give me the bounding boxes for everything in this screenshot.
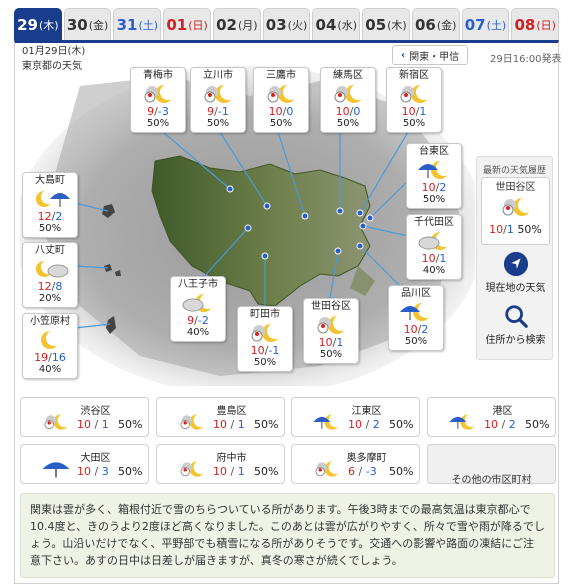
tab-05[interactable]: 05 (木) [362, 8, 410, 40]
snow-cloud-moon-icon [180, 460, 208, 477]
snow-cloud-moon-icon [315, 460, 343, 477]
rain-cloud-moon-icon [449, 413, 479, 430]
umbrella-icon [42, 462, 70, 478]
address-search-button[interactable]: 住所から検索 [481, 303, 550, 346]
card-mitaka[interactable]: 三鷹市 10/0 50% [253, 67, 309, 133]
card-machida[interactable]: 町田市 10/-1 50% [237, 306, 293, 372]
card-shinjuku[interactable]: 新宿区 10/1 50% [386, 67, 442, 133]
grid-okutama[interactable]: 奥多摩町 6 / -3 50% [291, 444, 420, 484]
tab-02[interactable]: 02 (月) [212, 8, 261, 40]
region-back-button[interactable]: ‹ 関東・甲信 [392, 45, 469, 65]
card-taito[interactable]: 台東区 10/2 50% [406, 143, 462, 209]
snow-cloud-moon-icon [502, 197, 534, 216]
tab-06[interactable]: 06 (金) [411, 8, 460, 40]
tab-31[interactable]: 31 (土) [113, 8, 162, 40]
card-nerima[interactable]: 練馬区 10/0 50% [320, 67, 376, 133]
history-title: 最新の天気履歴 [482, 166, 546, 176]
grid-ota[interactable]: 大田区 10 / 3 50% [20, 444, 149, 484]
search-icon [504, 305, 528, 328]
forecast-description: 関東は雲が多く、箱根付近で雪のちらついている所があります。午後3時までの最高気温… [20, 493, 555, 578]
rain-cloud-moon-icon [313, 413, 343, 430]
snow-cloud-moon-icon [317, 315, 349, 334]
history-card-setagaya[interactable]: 世田谷区 10/1 50% [481, 177, 550, 245]
rain-moon-icon [36, 190, 70, 207]
tab-01[interactable]: 01 (日) [163, 8, 211, 40]
grid-fuchu[interactable]: 府中市 10 / 1 50% [156, 444, 285, 484]
history-sidebar: 最新の天気履歴 世田谷区 10/1 50% 現在地の天気 住所から検索 [476, 156, 553, 360]
snow-cloud-moon-icon [44, 413, 72, 430]
snow-cloud-moon-icon [267, 84, 299, 103]
card-tachikawa[interactable]: 立川市 9/-1 50% [190, 67, 246, 133]
card-oume[interactable]: 青梅市 9/-3 50% [130, 67, 186, 133]
tab-29[interactable]: 29 (木) [14, 8, 62, 40]
snow-cloud-moon-icon [400, 84, 432, 103]
tab-07[interactable]: 07 (土) [461, 8, 510, 40]
cloud-moon-icon [36, 260, 69, 278]
card-shinagawa[interactable]: 品川区 10/2 50% [388, 285, 444, 351]
date-tabs: 29 (木) 30 (金) 31 (土) 01 (日) 02 (月) 03 (火) 04 (水… [14, 8, 560, 40]
card-oshima[interactable]: 大島町 12/2 50% [22, 172, 78, 238]
chevron-down-icon: ⌄ [487, 471, 496, 482]
tab-04[interactable]: 04 (水) [312, 8, 361, 40]
tab-08[interactable]: 08 (日) [511, 8, 560, 40]
location-arrow-icon [503, 251, 528, 277]
moon-icon [41, 330, 62, 349]
card-setagaya[interactable]: 世田谷区 10/1 50% [303, 298, 359, 364]
tab-30[interactable]: 30 (金) [63, 8, 112, 40]
snow-cloud-moon-icon [144, 84, 176, 103]
grid-koto[interactable]: 江東区 10 / 2 50% [291, 397, 420, 437]
grid-minato[interactable]: 港区 10 / 2 50% [427, 397, 556, 437]
snow-cloud-moon-icon [251, 323, 283, 342]
snow-cloud-moon-icon [204, 84, 236, 103]
card-hachioji[interactable]: 八王子市 9/-2 40% [170, 276, 226, 342]
card-chiyoda[interactable]: 千代田区 10/1 40% [406, 214, 462, 280]
cloud-moon-icon [182, 293, 216, 312]
snow-cloud-moon-icon [180, 413, 208, 430]
other-municipalities-button[interactable]: その他の市区町村 ⌄ [427, 444, 556, 486]
grid-toshima[interactable]: 豊島区 10 / 1 50% [156, 397, 285, 437]
rain-cloud-moon-icon [400, 302, 434, 321]
card-ogasawara[interactable]: 小笠原村 19/16 40% [22, 313, 78, 379]
card-hachijo[interactable]: 八丈町 12/8 20% [22, 242, 78, 308]
tab-03[interactable]: 03 (火) [262, 8, 311, 40]
rain-cloud-moon-icon [418, 160, 452, 179]
cloud-moon-icon [418, 231, 452, 250]
snow-cloud-moon-icon [334, 84, 366, 103]
current-location-button[interactable]: 現在地の天気 [481, 251, 550, 294]
issued-time: 29日16:00発表 [490, 54, 562, 65]
chevron-left-icon: ‹ [401, 49, 406, 61]
grid-shibuya[interactable]: 渋谷区 10 / 1 50% [20, 397, 149, 437]
